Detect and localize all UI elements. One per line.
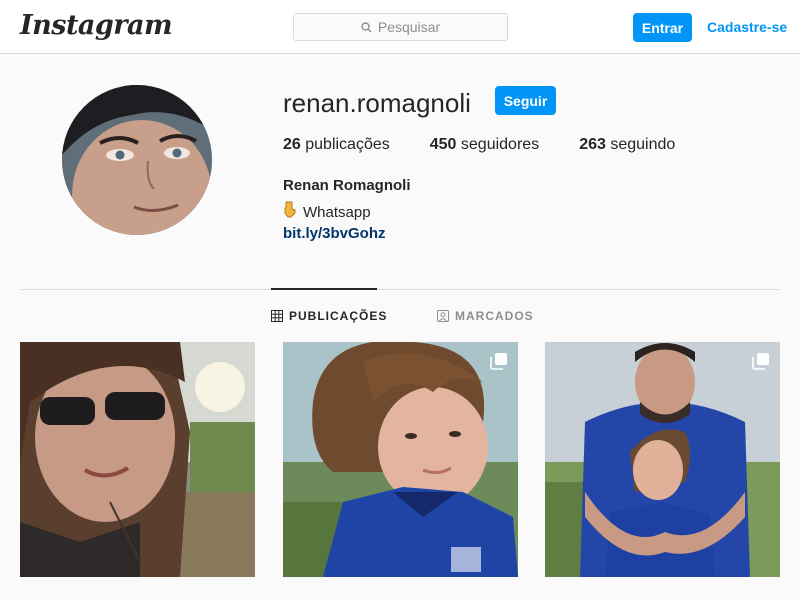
tab-posts-label: PUBLICAÇÕES: [289, 309, 388, 323]
search-icon: [361, 21, 372, 32]
tab-tagged[interactable]: MARCADOS: [437, 309, 534, 323]
tabs-divider: [20, 289, 780, 290]
profile-bio: Whatsapp: [283, 201, 371, 223]
search-input[interactable]: Pesquisar: [293, 13, 508, 41]
tagged-user-icon: [437, 310, 449, 322]
top-navigation-bar: Instagram Pesquisar Entrar Cadastre-se: [0, 0, 800, 54]
bio-text: Whatsapp: [303, 203, 371, 221]
active-tab-indicator: [271, 288, 377, 290]
login-button[interactable]: Entrar: [633, 13, 692, 42]
search-placeholder: Pesquisar: [377, 19, 441, 35]
stat-posts: 26 publicações: [283, 136, 390, 154]
stat-following-count: 263: [579, 136, 606, 153]
grid-icon: [271, 310, 283, 322]
tab-tagged-label: MARCADOS: [455, 309, 534, 323]
instagram-logo[interactable]: Instagram: [20, 10, 173, 41]
profile-bio-link[interactable]: bit.ly/3bvGohz: [283, 225, 386, 242]
stat-posts-count: 26: [283, 136, 301, 153]
profile-full-name: Renan Romagnoli: [283, 177, 411, 194]
stat-posts-label: publicações: [305, 136, 390, 153]
tab-posts[interactable]: PUBLICAÇÕES: [271, 309, 387, 323]
profile-stats: 26 publicações 450 seguidores 263 seguin…: [283, 136, 715, 154]
stat-following[interactable]: 263 seguindo: [579, 136, 675, 154]
multiple-photos-icon: [752, 353, 769, 370]
post-thumbnail[interactable]: [545, 342, 780, 577]
stat-followers-count: 450: [429, 136, 457, 153]
stat-followers-label: seguidores: [460, 136, 540, 153]
profile-username: renan.romagnoli: [283, 88, 471, 118]
profile-avatar: [62, 85, 212, 235]
post-thumbnail[interactable]: [20, 342, 255, 577]
post-thumbnail[interactable]: [283, 342, 518, 577]
hand-pointing-down-icon: [283, 201, 297, 223]
stat-followers[interactable]: 450 seguidores: [430, 136, 539, 154]
multiple-photos-icon: [490, 353, 507, 370]
signup-link[interactable]: Cadastre-se: [707, 19, 787, 35]
follow-button[interactable]: Seguir: [495, 86, 556, 115]
stat-following-label: seguindo: [610, 136, 676, 153]
